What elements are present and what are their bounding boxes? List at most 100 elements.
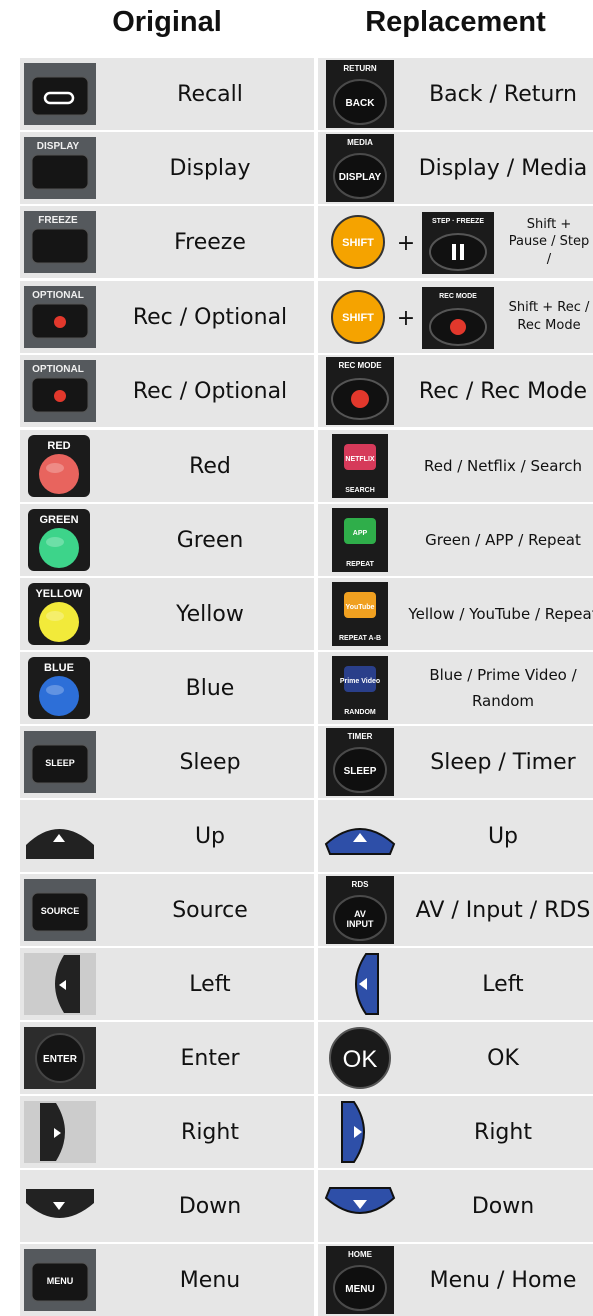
svg-text:FREEZE: FREEZE (38, 215, 78, 226)
replacement-cell: SHIFT + REC MODE Shift + Rec / Rec Mode (318, 281, 593, 353)
source-button-icon: SOURCE (24, 879, 96, 941)
blue-button-icon: BLUE (28, 657, 90, 719)
original-label: Enter (180, 1045, 240, 1071)
replacement-label: Up (487, 823, 519, 849)
original-cell: YELLOW Yellow (20, 578, 314, 650)
replacement-cell: RETURN BACK Back / Return (318, 58, 593, 130)
up-arrow-blue-button-icon (324, 828, 396, 855)
original-label: Left (189, 971, 231, 997)
app-repeat-button-icon: APP REPEAT (332, 508, 388, 572)
optional-rec-button-icon: OPTIONAL (24, 286, 96, 348)
original-label: Yellow (176, 601, 244, 627)
original-cell: RED Red (20, 430, 314, 502)
original-label: Menu (179, 1267, 241, 1293)
recall-button-icon (24, 63, 96, 125)
svg-text:ENTER: ENTER (43, 1054, 78, 1065)
svg-text:REC MODE: REC MODE (338, 361, 382, 370)
table-row: OPTIONAL Rec / Optional REC MODE Rec / Rec … (20, 355, 593, 427)
header-replacement: Replacement (365, 6, 546, 38)
original-label: Right (181, 1119, 239, 1145)
svg-text:SHIFT: SHIFT (342, 237, 374, 249)
original-label: Recall (177, 81, 243, 107)
replacement-label: Right (474, 1119, 532, 1145)
svg-text:OK: OK (343, 1046, 378, 1073)
replacement-label: Red / Netflix / Search (423, 456, 583, 475)
table-row: Right Right (20, 1096, 593, 1168)
ok-button-icon: OK (329, 1027, 391, 1089)
replacement-cell: Down (318, 1170, 593, 1242)
original-label: Display (169, 155, 251, 181)
replacement-label: OK (487, 1045, 519, 1071)
svg-text:RANDOM: RANDOM (344, 709, 376, 716)
original-label: Sleep (179, 749, 241, 775)
replacement-label: Down (471, 1193, 535, 1219)
replacement-cell: OK OK (318, 1022, 593, 1094)
svg-text:APP: APP (353, 530, 368, 537)
original-cell: DISPLAY Display (20, 132, 314, 204)
replacement-label: Sleep / Timer (430, 749, 576, 775)
shift-rec-mode-button-icon: SHIFT + REC MODE (331, 287, 494, 349)
left-arrow-button-icon (24, 953, 96, 1015)
svg-text:OPTIONAL: OPTIONAL (32, 364, 84, 375)
svg-text:YouTube: YouTube (346, 604, 375, 611)
table-row: SLEEP Sleep TIMER SLEEP Sleep / Timer (20, 726, 593, 798)
svg-text:STEP · FREEZE: STEP · FREEZE (432, 218, 484, 225)
svg-text:AV: AV (354, 909, 366, 919)
svg-text:MENU: MENU (47, 1276, 74, 1286)
down-arrow-blue-button-icon (324, 1187, 396, 1214)
svg-text:RED: RED (47, 440, 70, 452)
original-label: Up (194, 823, 226, 849)
svg-text:GREEN: GREEN (39, 514, 78, 526)
yellow-button-icon: YELLOW (28, 583, 90, 645)
green-button-icon: GREEN (28, 509, 90, 571)
svg-text:SLEEP: SLEEP (344, 766, 377, 777)
replacement-label: Left (482, 971, 524, 997)
replacement-cell: YouTube REPEAT A-B Yellow / YouTube / Repe… (318, 578, 593, 650)
replacement-label: Green / APP / Repeat (425, 530, 581, 549)
replacement-cell: SHIFT + STEP · FREEZE Shift + Pause / Step … (318, 206, 593, 278)
freeze-button-icon: FREEZE (24, 211, 96, 273)
replacement-cell: NETFLIX SEARCH Red / Netflix / Search (318, 430, 593, 502)
table-row: Down Down (20, 1170, 593, 1242)
original-label: Blue (185, 675, 235, 701)
original-cell: OPTIONAL Rec / Optional (20, 281, 314, 353)
netflix-search-button-icon: NETFLIX SEARCH (332, 434, 388, 498)
original-cell: FREEZE Freeze (20, 206, 314, 278)
svg-text:BACK: BACK (346, 98, 376, 109)
replacement-cell: Left (318, 948, 593, 1020)
svg-text:TIMER: TIMER (348, 732, 373, 741)
sleep-timer-button-icon: TIMER SLEEP (326, 728, 394, 796)
original-cell: GREEN Green (20, 504, 314, 576)
right-arrow-button-icon (24, 1101, 96, 1163)
replacement-label: Yellow / YouTube / Repeat (408, 604, 593, 623)
original-cell: SLEEP Sleep (20, 726, 314, 798)
table-row: GREEN Green APP REPEAT Green / APP / Repeat (20, 504, 593, 576)
table-row: RED Red NETFLIX SEARCH Red / Netflix / Searc… (20, 430, 593, 502)
table-row: YELLOW Yellow YouTube REPEAT A-B Yellow / Yo… (20, 578, 593, 650)
svg-text:REC MODE: REC MODE (439, 293, 477, 300)
svg-text:+: + (397, 306, 415, 331)
menu-home-button-icon: HOME MENU (326, 1246, 394, 1314)
av-input-rds-button-icon: RDS AVINPUT (326, 876, 394, 944)
original-cell: Left (20, 948, 314, 1020)
replacement-label: Shift + Rec / Rec Mode (508, 300, 590, 333)
svg-text:DISPLAY: DISPLAY (37, 141, 80, 152)
red-button-icon: RED (28, 435, 90, 497)
right-arrow-blue-button-icon (341, 1101, 365, 1163)
replacement-label: Back / Return (429, 81, 577, 107)
table-row: SOURCE Source RDS AV INPUT AV / Input / RDS (20, 874, 593, 946)
left-arrow-blue-button-icon (355, 953, 379, 1015)
original-cell: BLUE Blue (20, 652, 314, 724)
svg-text:SHIFT: SHIFT (342, 312, 374, 324)
original-label: Rec / Optional (132, 304, 288, 330)
replacement-cell: Prime Video RANDOM Blue / Prime Video / Ra… (318, 652, 593, 724)
original-label: Rec / Optional (132, 378, 288, 404)
rec-mode-button-icon: REC MODE (326, 357, 394, 425)
original-cell: OPTIONAL Rec / Optional (20, 355, 314, 427)
header-original: Original (112, 6, 222, 38)
replacement-cell: APP REPEAT Green / APP / Repeat (318, 504, 593, 576)
replacement-label: Shift + Pause / Step / (508, 216, 590, 267)
shift-pause-button-icon: SHIFT + STEP · FREEZE (331, 212, 494, 274)
replacement-label: Menu / Home (429, 1267, 577, 1293)
svg-text:BLUE: BLUE (44, 662, 74, 674)
